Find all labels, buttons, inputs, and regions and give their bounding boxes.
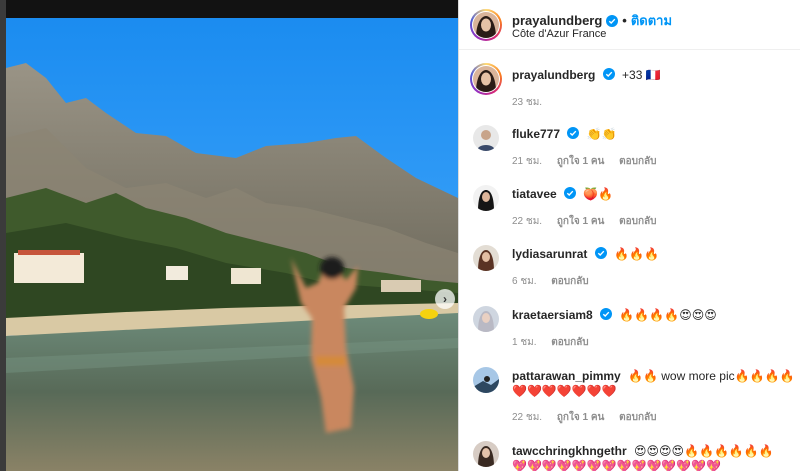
header-username[interactable]: prayalundberg (512, 13, 602, 28)
verified-badge-icon (602, 68, 615, 80)
comment-text-continued: 💖💖💖💖💖💖💖💖💖💖💖💖💖💖 (512, 459, 722, 471)
caption-text: +33 🇫🇷 (622, 68, 661, 82)
verified-badge-icon (564, 187, 577, 199)
comment-text: 😍😍😍😍🔥🔥🔥🔥🔥🔥 (634, 444, 774, 458)
reply-button[interactable]: ตอบกลับ (551, 276, 588, 287)
comment-avatar[interactable] (473, 125, 499, 151)
dot-separator: • (622, 13, 627, 28)
comment-time[interactable]: 21 ชม. (512, 156, 542, 167)
caption-time[interactable]: 23 ชม. (512, 97, 542, 108)
verified-badge-icon (567, 127, 580, 139)
comment-line: tiatavee 🍑🔥 (512, 186, 613, 202)
post-location[interactable]: Côte d'Azur France (512, 28, 606, 40)
comment-avatar[interactable] (473, 185, 499, 211)
verified-badge-icon (606, 14, 619, 27)
caption-meta: 23 ชม. (512, 95, 554, 110)
comment-meta: 22 ชม. ถูกใจ 1 คน ตอบกลับ (512, 214, 669, 229)
comment-avatar[interactable] (473, 306, 499, 332)
comment-text: 🔥🔥🔥🔥😍😍😍 (619, 308, 717, 322)
caption-avatar-ring[interactable] (470, 63, 502, 95)
next-photo-button[interactable]: › (435, 289, 455, 309)
comment-text: 🍑🔥 (583, 187, 614, 201)
comment-text-continued: ❤️❤️❤️❤️❤️❤️❤️ (512, 384, 617, 398)
author-avatar (473, 12, 499, 38)
post-details-panel: prayalundberg • ติดตาม Côte d'Azur Franc… (459, 0, 800, 471)
follow-button[interactable]: ติดตาม (631, 10, 672, 31)
comment-username[interactable]: lydiasarunrat (512, 247, 587, 261)
caption-avatar (473, 66, 499, 92)
comment-meta: 21 ชม. ถูกใจ 1 คน ตอบกลับ (512, 154, 669, 169)
comment-username[interactable]: pattarawan_pimmy (512, 369, 621, 383)
verified-badge-icon (600, 308, 613, 320)
caption-line: prayalundberg +33 🇫🇷 (512, 67, 661, 83)
comment-likes[interactable]: ถูกใจ 1 คน (557, 412, 605, 423)
beach-scene-image (6, 18, 458, 471)
comment-meta: 6 ชม. ตอบกลับ (512, 274, 601, 289)
author-avatar-ring[interactable] (470, 9, 502, 41)
comment-text: 🔥🔥 wow more pic🔥🔥🔥🔥 (628, 369, 795, 383)
comment-line: lydiasarunrat 🔥🔥🔥 (512, 246, 659, 262)
comment-username[interactable]: tawcchringkhngethr (512, 444, 627, 458)
comment-meta: 1 ชม. ตอบกลับ (512, 335, 601, 350)
comment-username[interactable]: fluke777 (512, 127, 560, 141)
comment-line: fluke777 👏👏 (512, 126, 617, 142)
photo-top-bar (6, 0, 458, 18)
verified-badge-icon (594, 247, 607, 259)
comment-meta: 22 ชม. ถูกใจ 1 คน ตอบกลับ (512, 410, 669, 425)
comment-time[interactable]: 1 ชม. (512, 337, 537, 348)
reply-button[interactable]: ตอบกลับ (619, 156, 656, 167)
comment-text: 👏👏 (586, 127, 617, 141)
comment-avatar[interactable] (473, 245, 499, 271)
comment-time[interactable]: 22 ชม. (512, 216, 542, 227)
reply-button[interactable]: ตอบกลับ (551, 337, 588, 348)
comment-line: pattarawan_pimmy 🔥🔥 wow more pic🔥🔥🔥🔥 (512, 368, 794, 384)
comment-avatar[interactable] (473, 367, 499, 393)
comment-username[interactable]: tiatavee (512, 187, 557, 201)
caption-username[interactable]: prayalundberg (512, 68, 595, 82)
comment-time[interactable]: 6 ชม. (512, 276, 537, 287)
comment-time[interactable]: 22 ชม. (512, 412, 542, 423)
comment-likes[interactable]: ถูกใจ 1 คน (557, 216, 605, 227)
comment-likes[interactable]: ถูกใจ 1 คน (557, 156, 605, 167)
comment-text: 🔥🔥🔥 (614, 247, 659, 261)
reply-button[interactable]: ตอบกลับ (619, 216, 656, 227)
comment-avatar[interactable] (473, 441, 499, 467)
post-photo[interactable]: › (6, 0, 458, 471)
comment-line: kraetaersiam8 🔥🔥🔥🔥😍😍😍 (512, 307, 717, 323)
comment-line: tawcchringkhngethr 😍😍😍😍🔥🔥🔥🔥🔥🔥 (512, 443, 774, 459)
reply-button[interactable]: ตอบกลับ (619, 412, 656, 423)
comment-username[interactable]: kraetaersiam8 (512, 308, 593, 322)
post-header: prayalundberg • ติดตาม Côte d'Azur Franc… (459, 0, 800, 50)
